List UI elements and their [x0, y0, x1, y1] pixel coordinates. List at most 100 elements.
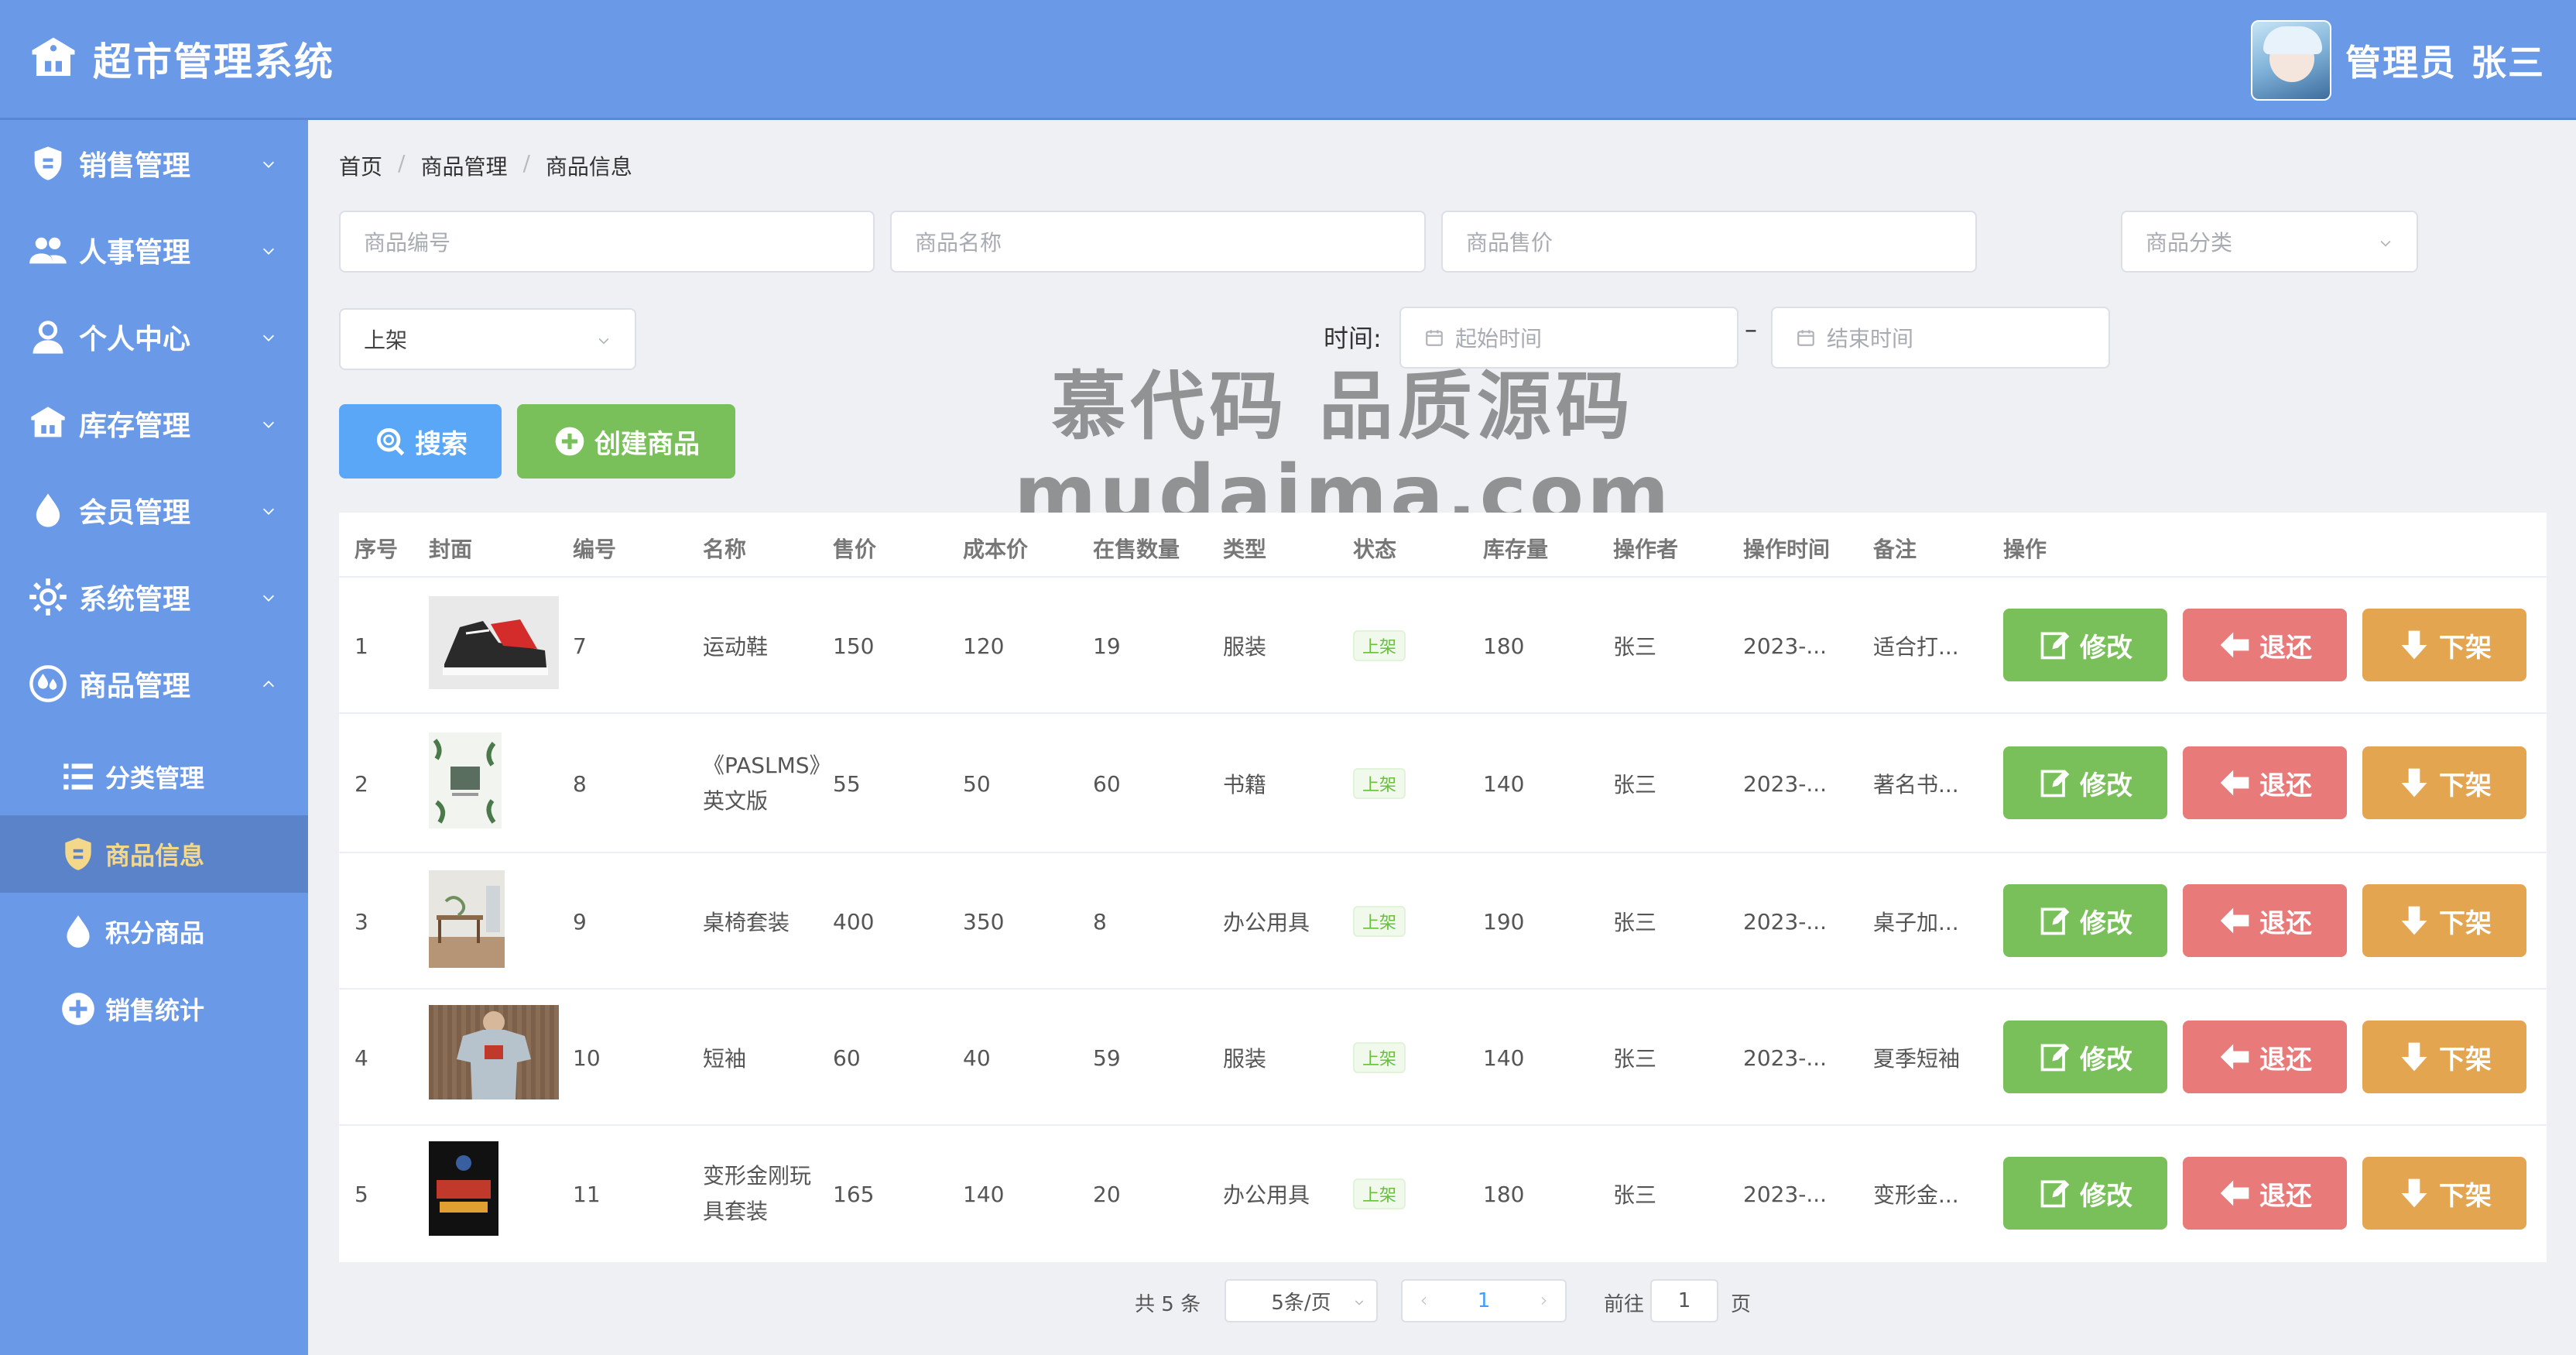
breadcrumb-home[interactable]: 首页 [339, 150, 382, 181]
main-content: 首页 / 商品管理 / 商品信息 商品编号 商品名称 商品售价 商品分类 上架 … [308, 122, 2576, 1355]
edit-icon [2040, 1180, 2070, 1208]
column-header: 成本价 [963, 537, 1029, 562]
page-size-select[interactable]: 5条/页 [1225, 1279, 1378, 1322]
chevron-left-icon[interactable] [1418, 1295, 1430, 1307]
plus-circle-icon [555, 427, 584, 456]
edit-icon [2040, 1044, 2070, 1072]
offshelf-button[interactable]: 下架 [2362, 884, 2526, 957]
sidebar-item-sales-stats[interactable]: 销售统计 [0, 970, 308, 1048]
sidebar: 销售管理 人事管理 个人中心 库存管理 会员管理 系统管理 商品管理 分类管理 [0, 120, 308, 1355]
back-arrow-icon [2220, 907, 2249, 934]
offshelf-button[interactable]: 下架 [2362, 746, 2526, 819]
breadcrumb-separator: / [522, 150, 530, 176]
product-price-input[interactable]: 商品售价 [1441, 211, 1977, 273]
search-button[interactable]: 搜索 [339, 404, 502, 479]
edit-button[interactable]: 修改 [2003, 1157, 2167, 1230]
return-button[interactable]: 退还 [2183, 609, 2347, 681]
column-header: 序号 [355, 537, 399, 562]
edit-button[interactable]: 修改 [2003, 1021, 2167, 1093]
back-arrow-icon [2220, 1180, 2249, 1206]
sidebar-item-hr[interactable]: 人事管理 [0, 207, 308, 293]
status-badge: 上架 [1353, 906, 1406, 937]
page-navigator: 1 [1401, 1279, 1567, 1322]
table-row: 4 10 短袖 60 40 59 服装 上架 140 张三 2023-... 夏… [339, 990, 2547, 1126]
edit-icon [2040, 770, 2070, 798]
breadcrumb: 首页 / 商品管理 / 商品信息 [339, 150, 632, 181]
edit-button[interactable]: 修改 [2003, 884, 2167, 957]
sidebar-item-categories[interactable]: 分类管理 [0, 738, 308, 815]
down-arrow-icon [2401, 1178, 2427, 1208]
chevron-down-icon [262, 421, 275, 428]
back-arrow-icon [2220, 1044, 2249, 1070]
down-arrow-icon [2401, 768, 2427, 798]
return-button[interactable]: 退还 [2183, 1021, 2347, 1093]
create-product-button[interactable]: 创建商品 [517, 404, 735, 479]
chevron-up-icon [262, 681, 275, 688]
drop-icon [67, 915, 90, 948]
goto-page-input[interactable]: 1 [1650, 1279, 1718, 1322]
product-cover-furniture [429, 870, 505, 968]
products-submenu: 分类管理 商品信息 积分商品 销售统计 [0, 738, 308, 1048]
column-header: 备注 [1873, 537, 1917, 562]
current-page[interactable]: 1 [1478, 1289, 1491, 1312]
gear-icon [29, 578, 67, 616]
app-logo[interactable]: 超市管理系统 [28, 31, 334, 87]
offshelf-button[interactable]: 下架 [2362, 1021, 2526, 1093]
status-badge: 上架 [1353, 1042, 1406, 1073]
column-header: 操作者 [1613, 537, 1679, 562]
product-code-input[interactable]: 商品编号 [339, 211, 875, 273]
return-button[interactable]: 退还 [2183, 746, 2347, 819]
table-header: 序号 封面 编号 名称 售价 成本价 在售数量 类型 状态 库存量 操作者 操作… [339, 513, 2547, 578]
badge-icon [34, 146, 62, 180]
column-header: 操作 [2003, 537, 2047, 562]
calendar-icon [1426, 330, 1443, 346]
start-time-input[interactable]: 起始时间 [1399, 307, 1738, 369]
product-name-input[interactable]: 商品名称 [890, 211, 1426, 273]
product-cover-tshirt [429, 1005, 559, 1099]
sidebar-item-products[interactable]: 商品管理 [0, 640, 308, 727]
return-button[interactable]: 退还 [2183, 884, 2347, 957]
chevron-down-icon [262, 595, 275, 602]
sidebar-item-profile[interactable]: 个人中心 [0, 293, 308, 380]
offshelf-button[interactable]: 下架 [2362, 609, 2526, 681]
chevron-down-icon [262, 508, 275, 515]
user-profile[interactable]: 管理员 张三 [2250, 20, 2545, 101]
time-label: 时间: [1324, 324, 1382, 353]
status-select[interactable]: 上架 [339, 308, 636, 370]
chevron-right-icon[interactable] [1537, 1295, 1550, 1307]
sidebar-item-sales[interactable]: 销售管理 [0, 120, 308, 207]
column-header: 库存量 [1483, 537, 1549, 562]
back-arrow-icon [2220, 770, 2249, 796]
table-row: 2 8 《PASLMS》英文版 55 50 60 书籍 上架 140 张三 20… [339, 714, 2547, 853]
sidebar-item-members[interactable]: 会员管理 [0, 467, 308, 554]
column-header: 编号 [573, 537, 617, 562]
column-header: 在售数量 [1093, 537, 1180, 562]
sidebar-item-points-products[interactable]: 积分商品 [0, 893, 308, 970]
sidebar-item-inventory[interactable]: 库存管理 [0, 380, 308, 467]
edit-button[interactable]: 修改 [2003, 609, 2167, 681]
users-icon [29, 237, 67, 264]
chevron-down-icon [262, 161, 275, 168]
chevron-down-icon [2380, 240, 2391, 247]
end-time-input[interactable]: 结束时间 [1771, 307, 2110, 369]
product-cover-toy-box [429, 1141, 498, 1236]
status-badge: 上架 [1353, 630, 1406, 661]
goto-label: 前往 [1604, 1293, 1645, 1316]
return-button[interactable]: 退还 [2183, 1157, 2347, 1230]
product-category-select[interactable]: 商品分类 [2121, 211, 2418, 273]
product-cover-book [429, 732, 502, 828]
column-header: 售价 [833, 537, 877, 562]
breadcrumb-product-mgmt[interactable]: 商品管理 [420, 150, 507, 181]
status-badge: 上架 [1353, 1178, 1406, 1209]
sidebar-item-system[interactable]: 系统管理 [0, 554, 308, 640]
offshelf-button[interactable]: 下架 [2362, 1157, 2526, 1230]
badge-icon [65, 838, 91, 870]
avatar[interactable] [2250, 20, 2331, 101]
edit-button[interactable]: 修改 [2003, 746, 2167, 819]
drop-icon [36, 493, 60, 527]
edit-icon [2040, 907, 2070, 935]
chevron-down-icon [262, 334, 275, 341]
sidebar-item-product-info[interactable]: 商品信息 [0, 815, 308, 893]
date-range-dash: – [1745, 314, 1757, 344]
chevron-down-icon [1355, 1300, 1364, 1305]
